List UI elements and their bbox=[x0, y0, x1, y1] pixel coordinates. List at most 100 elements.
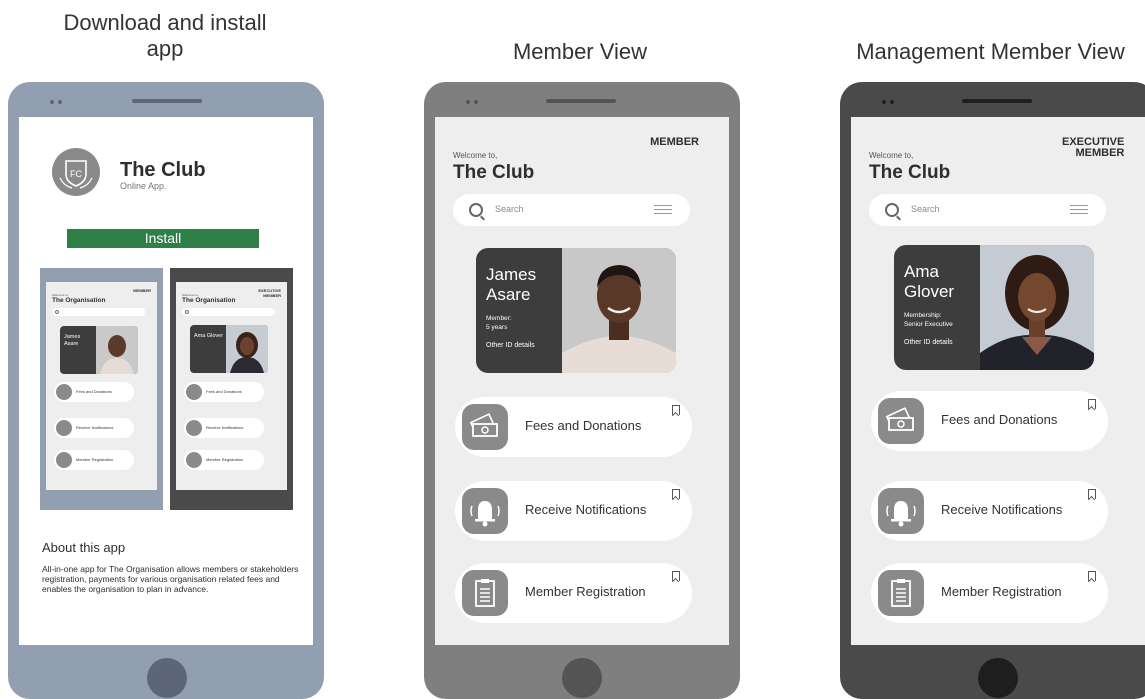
row-label: Fees and Donations bbox=[525, 418, 642, 433]
caption-management: Management Member View bbox=[856, 39, 1125, 64]
mini-row: Receive Notifications bbox=[184, 418, 264, 438]
phone-member: MEMBER Welcome to, The Club Search James… bbox=[424, 82, 740, 699]
mini-row: Member Registration bbox=[184, 450, 264, 470]
receive-notifications-item[interactable]: Receive Notifications bbox=[455, 481, 692, 541]
receive-notifications-item[interactable]: Receive Notifications bbox=[871, 481, 1108, 541]
bookmark-icon[interactable] bbox=[672, 405, 680, 415]
phone-management: EXECUTIVE MEMBER Welcome to, The Club Sea… bbox=[840, 82, 1145, 699]
app-name: The Club bbox=[120, 159, 206, 181]
mini-title: The Organisation bbox=[52, 297, 106, 304]
home-button[interactable] bbox=[562, 658, 602, 698]
card-name: Ama Glover bbox=[904, 262, 954, 302]
bell-icon bbox=[462, 488, 508, 534]
member-badge: MEMBER bbox=[650, 136, 699, 148]
mini-search bbox=[182, 308, 275, 316]
filter-icon[interactable] bbox=[1070, 205, 1088, 215]
search-input[interactable]: Search bbox=[869, 194, 1106, 226]
install-button[interactable]: Install bbox=[67, 229, 259, 248]
stage: Download and install app Member View Man… bbox=[0, 0, 1145, 699]
camera-dots bbox=[882, 100, 898, 104]
search-icon bbox=[469, 203, 483, 217]
screen-member: MEMBER Welcome to, The Club Search James… bbox=[435, 117, 729, 645]
about-text: All-in-one app for The Organisation allo… bbox=[42, 564, 299, 594]
other-id-details-link[interactable]: Other ID details bbox=[904, 339, 953, 346]
card-name-first: Ama bbox=[904, 262, 939, 281]
row-label: Receive Notifications bbox=[941, 502, 1063, 517]
member-photo bbox=[226, 325, 268, 373]
phone-top-bar bbox=[8, 82, 324, 116]
speaker bbox=[962, 99, 1032, 103]
bookmark-icon[interactable] bbox=[1088, 489, 1096, 499]
member-registration-item[interactable]: Member Registration bbox=[455, 563, 692, 623]
bell-icon bbox=[186, 420, 202, 436]
search-input[interactable]: Search bbox=[453, 194, 690, 226]
shield-icon: FC bbox=[59, 160, 93, 189]
welcome-text: Welcome to, bbox=[869, 151, 914, 160]
member-id-card[interactable]: James Asare Member: 5 years Other ID detai… bbox=[476, 248, 676, 373]
money-icon bbox=[186, 384, 202, 400]
card-meta: Membership: Senior Executive bbox=[904, 311, 953, 329]
money-icon bbox=[878, 398, 924, 444]
mini-screen: MEMBER Welcome to, The Organisation Jame… bbox=[46, 282, 157, 490]
bell-icon bbox=[56, 420, 72, 436]
row-label: Member Registration bbox=[941, 584, 1062, 599]
mini-row-label: Fees and Donations bbox=[206, 389, 242, 394]
screenshot-thumb-executive[interactable]: EXECUTIVE MEMBER Welcome to, The Organis… bbox=[170, 268, 293, 510]
club-logo: FC bbox=[52, 148, 100, 196]
executive-member-badge: EXECUTIVE MEMBER bbox=[1062, 137, 1124, 159]
fees-donations-item[interactable]: Fees and Donations bbox=[455, 397, 692, 457]
card-meta: Member: 5 years bbox=[486, 314, 512, 332]
bookmark-icon[interactable] bbox=[672, 571, 680, 581]
mini-row: Fees and Donations bbox=[54, 382, 134, 402]
caption-download: Download and install app bbox=[63, 10, 267, 61]
app-title: The Club bbox=[869, 162, 951, 183]
search-icon bbox=[55, 310, 59, 314]
mini-row-label: Receive Notifications bbox=[206, 425, 244, 430]
card-meta-value: 5 years bbox=[486, 324, 508, 331]
home-button[interactable] bbox=[978, 658, 1018, 698]
mini-row: Member Registration bbox=[54, 450, 134, 470]
card-name-last: Asare bbox=[486, 285, 531, 304]
search-icon bbox=[885, 203, 899, 217]
card-name: James Asare bbox=[486, 265, 536, 305]
member-registration-item[interactable]: Member Registration bbox=[871, 563, 1108, 623]
mini-title: The Organisation bbox=[182, 297, 236, 304]
speaker bbox=[546, 99, 616, 103]
screen-management: EXECUTIVE MEMBER Welcome to, The Club Sea… bbox=[851, 117, 1145, 645]
bookmark-icon[interactable] bbox=[1088, 571, 1096, 581]
member-id-card[interactable]: Ama Glover Membership: Senior Executive Ot… bbox=[894, 245, 1094, 370]
card-meta-label: Membership: bbox=[904, 312, 942, 319]
search-placeholder: Search bbox=[911, 204, 940, 214]
money-icon bbox=[56, 384, 72, 400]
screenshot-thumb-member[interactable]: MEMBER Welcome to, The Organisation Jame… bbox=[40, 268, 163, 510]
mini-badge: EXECUTIVE MEMBER bbox=[258, 288, 281, 298]
mini-row: Receive Notifications bbox=[54, 418, 134, 438]
card-name-first: James bbox=[486, 265, 537, 284]
search-placeholder: Search bbox=[495, 204, 524, 214]
mini-card-name: Ama Glover bbox=[194, 333, 224, 339]
fees-donations-item[interactable]: Fees and Donations bbox=[871, 391, 1108, 451]
mini-card-name: James Asare bbox=[64, 334, 81, 347]
camera-dots bbox=[50, 100, 66, 104]
card-name-last: Glover bbox=[904, 282, 955, 301]
member-photo bbox=[96, 326, 138, 374]
home-button[interactable] bbox=[147, 658, 187, 698]
clipboard-icon bbox=[878, 570, 924, 616]
bell-icon bbox=[878, 488, 924, 534]
clipboard-icon bbox=[186, 452, 202, 468]
caption-member: Member View bbox=[512, 39, 648, 64]
row-label: Receive Notifications bbox=[525, 502, 647, 517]
speaker bbox=[132, 99, 202, 103]
badge-line: MEMBER bbox=[1075, 147, 1125, 159]
mini-row-label: Member Registration bbox=[206, 457, 244, 462]
member-photo bbox=[980, 245, 1094, 370]
svg-text:FC: FC bbox=[70, 169, 82, 179]
search-icon bbox=[185, 310, 189, 314]
bookmark-icon[interactable] bbox=[1088, 399, 1096, 409]
mini-row-label: Fees and Donations bbox=[76, 389, 112, 394]
bookmark-icon[interactable] bbox=[672, 489, 680, 499]
mini-screen: EXECUTIVE MEMBER Welcome to, The Organis… bbox=[176, 282, 287, 490]
other-id-details-link[interactable]: Other ID details bbox=[486, 342, 535, 349]
row-label: Fees and Donations bbox=[941, 412, 1058, 427]
filter-icon[interactable] bbox=[654, 205, 672, 215]
